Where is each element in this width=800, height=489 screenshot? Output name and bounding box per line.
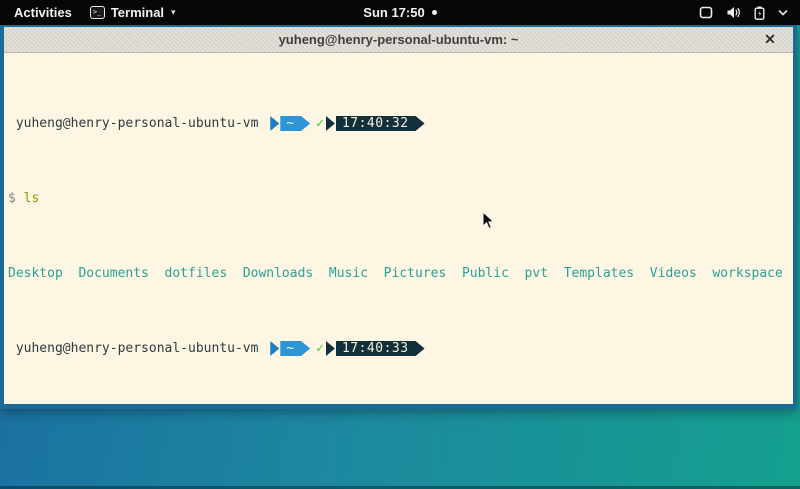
prompt-line-1: yuheng@henry-personal-ubuntu-vm ~ ✓ 17:4… bbox=[8, 116, 791, 131]
screen-icon bbox=[699, 6, 713, 19]
clock[interactable]: Sun 17:50 bbox=[363, 5, 424, 20]
desktop: Activities >_ Terminal ▾ Sun 17:50 bbox=[0, 0, 800, 489]
battery-charging-icon bbox=[754, 6, 765, 20]
window-title: yuheng@henry-personal-ubuntu-vm: ~ bbox=[279, 32, 519, 47]
prompt-line-2: yuheng@henry-personal-ubuntu-vm ~ ✓ 17:4… bbox=[8, 341, 791, 356]
prompt-dollar: $ bbox=[8, 191, 16, 206]
terminal-icon: >_ bbox=[90, 6, 105, 19]
chevron-down-icon: ▾ bbox=[171, 7, 176, 18]
status-check-icon: ✓ bbox=[316, 341, 324, 356]
command-line: $ ls bbox=[8, 191, 791, 206]
terminal-window: yuheng@henry-personal-ubuntu-vm: ~ ✕ yuh… bbox=[0, 25, 797, 409]
typed-command: ls bbox=[24, 191, 40, 206]
directory-listing: Desktop Documents dotfiles Downloads Mus… bbox=[8, 266, 783, 281]
status-check-icon: ✓ bbox=[316, 116, 324, 131]
powerline-arrow-icon bbox=[270, 341, 279, 356]
app-menu-label: Terminal bbox=[111, 5, 164, 20]
prompt-host: yuheng@henry-personal-ubuntu-vm bbox=[8, 116, 266, 131]
activities-button[interactable]: Activities bbox=[10, 5, 76, 20]
prompt-time-segment: 17:40:32 bbox=[336, 116, 425, 131]
powerline-arrow-icon bbox=[270, 116, 279, 131]
close-button[interactable]: ✕ bbox=[761, 31, 779, 49]
notification-dot-icon bbox=[432, 10, 437, 15]
terminal-body[interactable]: yuheng@henry-personal-ubuntu-vm ~ ✓ 17:4… bbox=[4, 53, 793, 404]
prompt-host: yuheng@henry-personal-ubuntu-vm bbox=[8, 341, 266, 356]
app-menu-terminal[interactable]: >_ Terminal ▾ bbox=[90, 5, 176, 20]
top-bar: Activities >_ Terminal ▾ Sun 17:50 bbox=[0, 0, 800, 25]
ls-output-line: Desktop Documents dotfiles Downloads Mus… bbox=[8, 266, 791, 281]
prompt-cwd-segment: ~ bbox=[280, 341, 310, 356]
prompt-time-segment: 17:40:33 bbox=[336, 341, 425, 356]
system-tray[interactable] bbox=[699, 6, 800, 20]
volume-icon bbox=[726, 6, 741, 19]
window-title-bar[interactable]: yuheng@henry-personal-ubuntu-vm: ~ ✕ bbox=[4, 27, 793, 53]
powerline-arrow-icon bbox=[326, 341, 335, 356]
prompt-cwd-segment: ~ bbox=[280, 116, 310, 131]
chevron-down-icon bbox=[778, 9, 788, 16]
powerline-arrow-icon bbox=[326, 116, 335, 131]
